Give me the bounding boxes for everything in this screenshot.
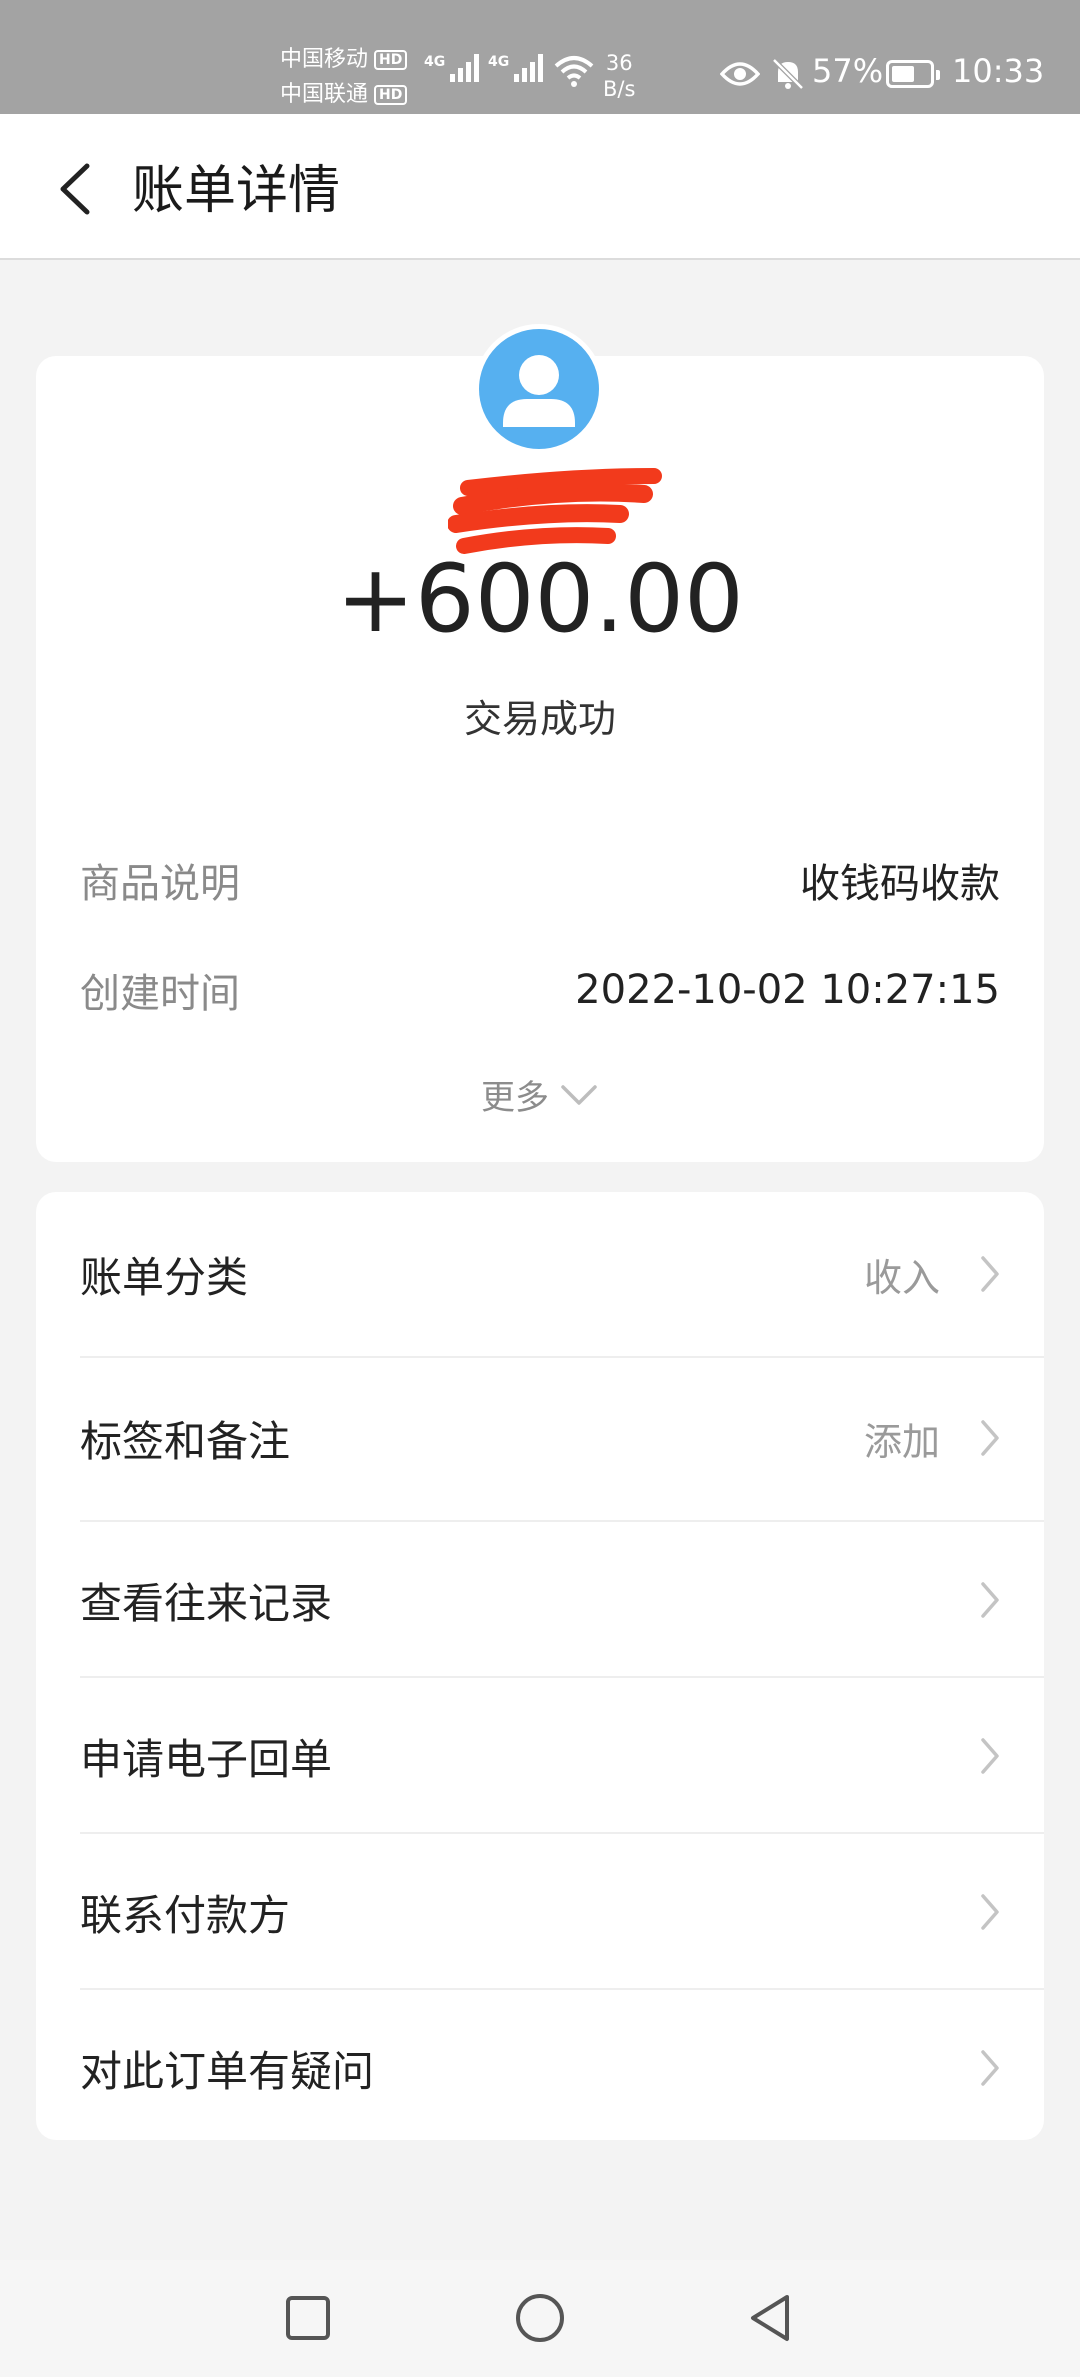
divider <box>80 1988 1044 1990</box>
user-avatar-icon <box>503 355 575 427</box>
carrier-info: 中国移动 HD 中国联通 HD <box>280 42 408 112</box>
detail-row-created-time: 创建时间 2022-10-02 10:27:15 <box>80 960 1000 1020</box>
chevron-down-icon <box>561 1084 597 1105</box>
actions-card: 账单分类 收入 标签和备注 添加 查看往来记录 申请电子回单 联系付款方 对此订… <box>36 1192 1044 2140</box>
action-label: 联系付款方 <box>80 1890 291 1940</box>
action-label: 申请电子回单 <box>80 1734 333 1784</box>
divider <box>80 1676 1044 1678</box>
hd-badge-2: HD <box>374 84 408 105</box>
chevron-left-icon <box>60 163 90 215</box>
home-button[interactable] <box>510 2288 570 2348</box>
carrier-2: 中国联通 <box>280 82 369 107</box>
divider <box>80 1832 1044 1834</box>
transaction-status: 交易成功 <box>463 697 616 741</box>
battery-percent: 57% <box>812 52 884 90</box>
detail-value: 2022-10-02 10:27:15 <box>575 967 1000 1013</box>
action-row-contact-payer[interactable]: 联系付款方 <box>80 1870 1044 1954</box>
action-label: 账单分类 <box>80 1252 249 1302</box>
recent-apps-button[interactable] <box>278 2288 338 2348</box>
triangle-back-icon <box>751 2295 789 2341</box>
divider <box>80 1520 1044 1522</box>
action-row-order-question[interactable]: 对此订单有疑问 <box>80 2026 1044 2110</box>
square-icon <box>286 2296 330 2340</box>
more-label: 更多 <box>481 1078 549 1118</box>
battery-icon <box>886 60 940 88</box>
chevron-right-icon <box>970 1736 1010 1776</box>
action-label: 标签和备注 <box>80 1416 291 1466</box>
chevron-right-icon <box>970 1580 1010 1620</box>
signal-icon-2: 4G <box>488 54 544 82</box>
detail-label: 商品说明 <box>80 861 240 907</box>
payer-avatar[interactable] <box>474 324 604 454</box>
speed-value: 36 <box>605 51 633 75</box>
network-type-1: 4G <box>424 54 446 70</box>
eye-icon <box>719 60 761 92</box>
detail-value: 收钱码收款 <box>800 861 1000 907</box>
circle-icon <box>516 2294 564 2342</box>
page-title: 账单详情 <box>132 161 341 221</box>
app-header: 账单详情 <box>0 114 1080 260</box>
action-value: 收入 <box>863 1255 940 1300</box>
system-back-button[interactable] <box>740 2288 800 2348</box>
more-toggle[interactable]: 更多 <box>0 1070 1080 1119</box>
network-speed: 36 B/s <box>603 50 635 102</box>
transaction-amount: +600.00 <box>336 545 744 654</box>
clock: 10:33 <box>952 52 1045 90</box>
detail-label: 创建时间 <box>80 971 240 1017</box>
action-row-bill-category[interactable]: 账单分类 收入 <box>80 1232 1044 1316</box>
action-label: 对此订单有疑问 <box>80 2046 375 2096</box>
carrier-1: 中国移动 <box>280 47 369 72</box>
chevron-right-icon <box>970 1254 1010 1294</box>
action-value: 添加 <box>863 1419 940 1464</box>
system-nav-bar <box>0 2260 1080 2377</box>
action-row-e-receipt[interactable]: 申请电子回单 <box>80 1714 1044 1798</box>
detail-row-description: 商品说明 收钱码收款 <box>80 850 1000 910</box>
chevron-right-icon <box>970 1418 1010 1458</box>
signal-icon-1: 4G <box>424 54 480 82</box>
chevron-right-icon <box>970 2048 1010 2088</box>
back-button[interactable] <box>40 154 110 224</box>
status-bar: 中国移动 HD 中国联通 HD 4G 4G 36 B/s 57% 10:33 <box>0 0 1080 114</box>
divider <box>80 1356 1044 1358</box>
hd-badge-1: HD <box>374 49 408 70</box>
network-type-2: 4G <box>488 54 510 70</box>
action-row-tags-notes[interactable]: 标签和备注 添加 <box>80 1396 1044 1480</box>
action-label: 查看往来记录 <box>80 1578 333 1628</box>
speed-unit: B/s <box>603 77 636 101</box>
bell-muted-icon <box>770 56 806 96</box>
chevron-right-icon <box>970 1892 1010 1932</box>
action-row-view-records[interactable]: 查看往来记录 <box>80 1558 1044 1642</box>
wifi-icon <box>553 54 595 92</box>
